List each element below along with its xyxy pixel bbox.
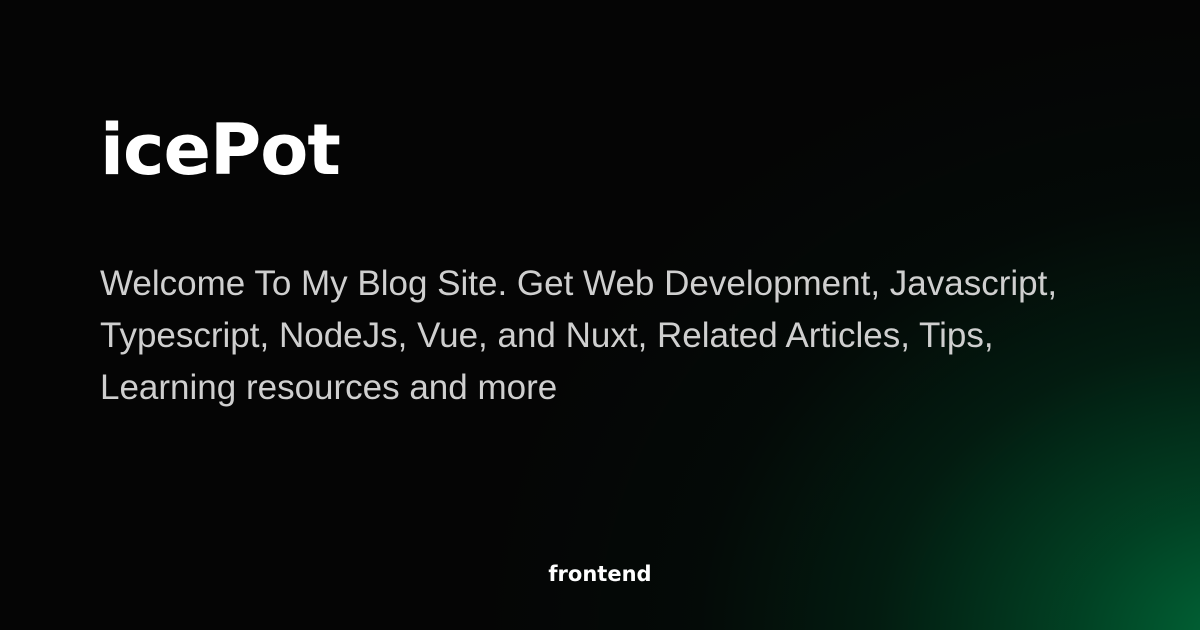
site-description: Welcome To My Blog Site. Get Web Develop… (100, 264, 1058, 407)
category-tag: frontend (548, 562, 652, 586)
site-title: icePot (100, 109, 341, 191)
og-card: icePot Welcome To My Blog Site. Get Web … (0, 0, 1200, 630)
